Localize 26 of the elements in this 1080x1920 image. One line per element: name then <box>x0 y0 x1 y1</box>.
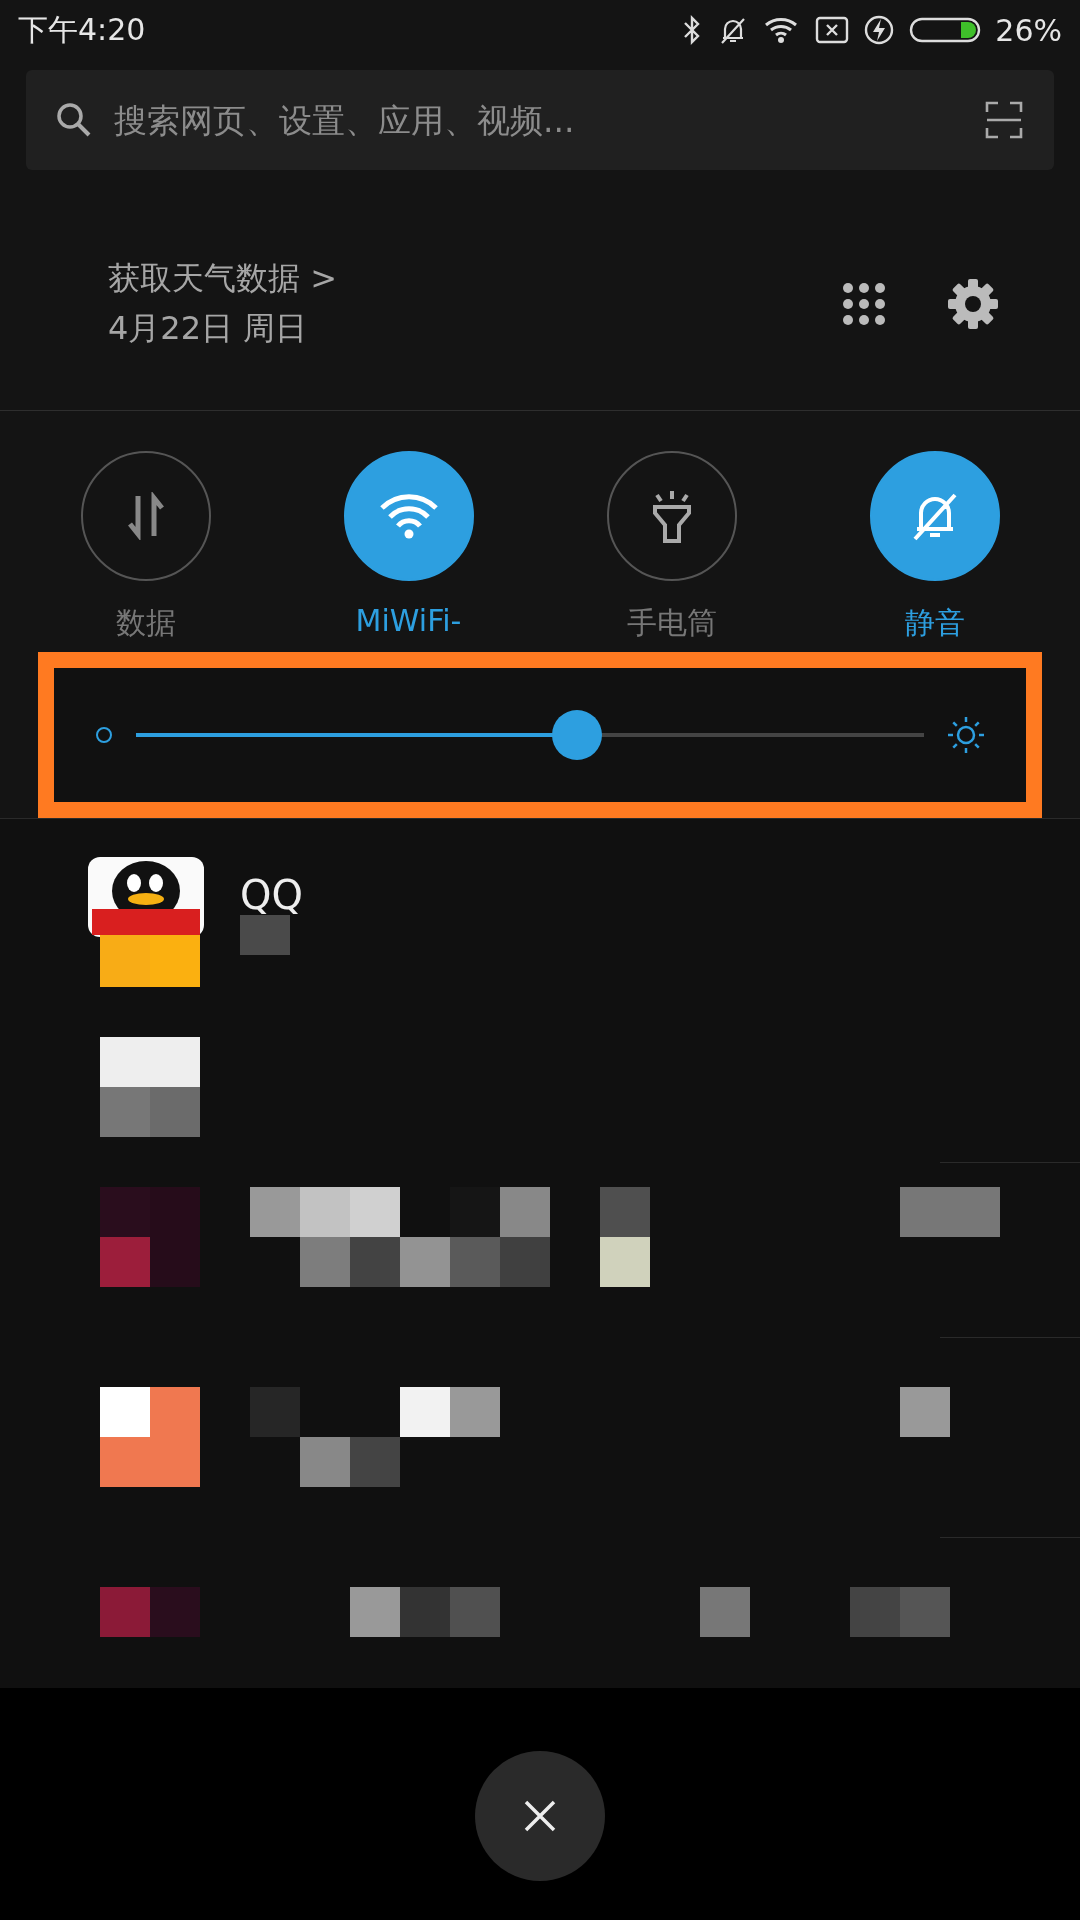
sun-icon <box>946 715 986 755</box>
wifi-icon <box>377 492 440 540</box>
toggle-label: 手电筒 <box>626 604 717 642</box>
penguin-icon <box>88 857 204 987</box>
search-bar[interactable]: 搜索网页、设置、应用、视频... <box>26 70 1054 170</box>
charging-icon <box>863 14 896 46</box>
sim-error-icon <box>815 15 850 45</box>
status-time: 下午4:20 <box>18 10 146 49</box>
close-icon <box>522 1798 558 1834</box>
pixelated-text <box>240 915 290 955</box>
settings-icon[interactable] <box>946 277 1000 331</box>
toggle-button[interactable] <box>606 451 737 581</box>
toggle-label: MiWiFi- <box>355 603 462 638</box>
app-name: QQ <box>240 875 303 915</box>
weather-link[interactable]: 获取天气数据 > <box>108 257 337 301</box>
toggle-label: 静音 <box>904 604 965 642</box>
brightness-slider[interactable] <box>136 710 924 760</box>
toggle-button[interactable] <box>80 451 211 581</box>
brightness-low-icon <box>94 725 114 745</box>
grid-icon[interactable] <box>842 282 886 326</box>
search-field[interactable]: 搜索网页、设置、应用、视频... <box>112 99 966 141</box>
battery-icon <box>909 16 982 44</box>
battery-percent: 26% <box>995 12 1062 48</box>
scan-icon[interactable] <box>984 100 1024 140</box>
date-text: 4月22日 周日 <box>108 308 309 349</box>
toggle-label: 数据 <box>115 604 176 642</box>
